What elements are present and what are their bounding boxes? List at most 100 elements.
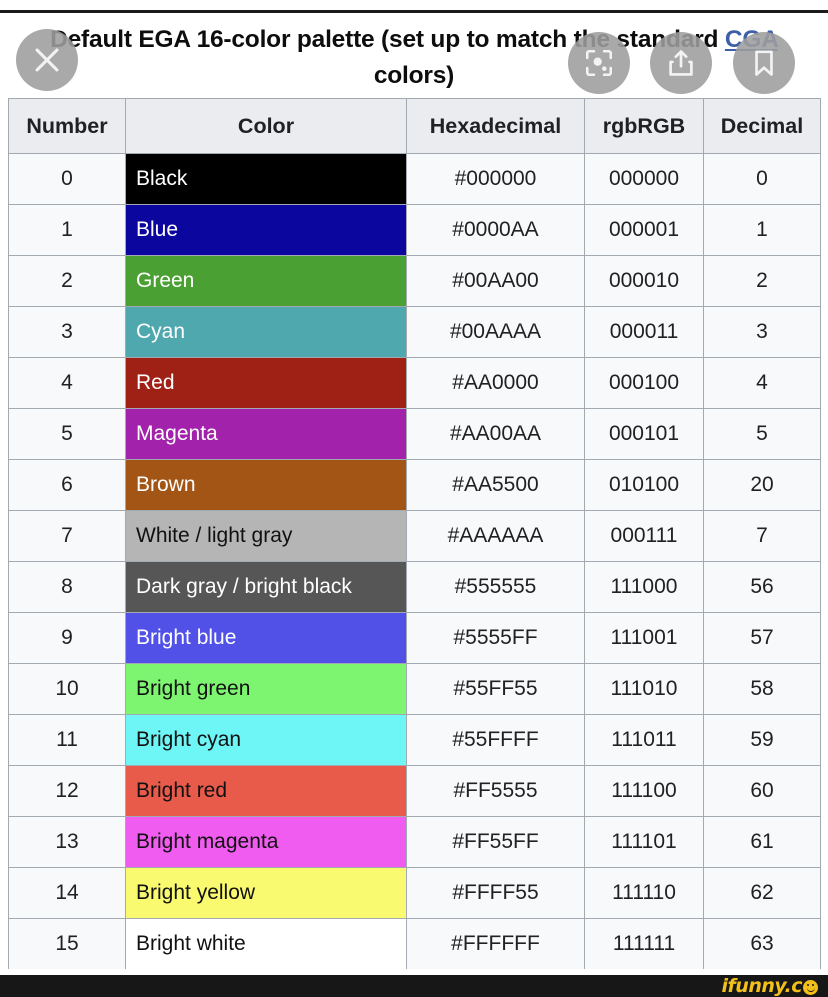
- table-row: 12 Bright red #FF5555 111100 60: [8, 765, 821, 817]
- cell-number: 7: [8, 510, 126, 562]
- cell-rgbrgb: 000100: [584, 357, 704, 409]
- cell-rgbrgb: 010100: [584, 459, 704, 511]
- cell-color-swatch: Bright white: [125, 918, 407, 970]
- table-row: 5 Magenta #AA00AA 000101 5: [8, 408, 821, 460]
- cell-number: 4: [8, 357, 126, 409]
- cell-rgbrgb: 000101: [584, 408, 704, 460]
- cell-color-swatch: Bright yellow: [125, 867, 407, 919]
- bookmark-icon: [748, 47, 780, 79]
- cell-rgbrgb: 111001: [584, 612, 704, 664]
- ifunny-watermark: ifunny.c: [722, 976, 818, 996]
- column-header-decimal: Decimal: [703, 98, 821, 154]
- cell-rgbrgb: 000000: [584, 153, 704, 205]
- bookmark-button[interactable]: [733, 32, 795, 94]
- column-header-number: Number: [8, 98, 126, 154]
- cell-number: 10: [8, 663, 126, 715]
- share-button[interactable]: [650, 32, 712, 94]
- cell-decimal: 62: [703, 867, 821, 919]
- ega-palette-table: Number Color Hexadecimal rgbRGB Decimal …: [8, 98, 821, 970]
- cell-rgbrgb: 111000: [584, 561, 704, 613]
- cell-decimal: 2: [703, 255, 821, 307]
- cell-hexadecimal: #AA0000: [406, 357, 585, 409]
- cell-number: 1: [8, 204, 126, 256]
- table-row: 3 Cyan #00AAAA 000011 3: [8, 306, 821, 358]
- column-header-rgbrgb: rgbRGB: [584, 98, 704, 154]
- cell-decimal: 56: [703, 561, 821, 613]
- cell-rgbrgb: 111100: [584, 765, 704, 817]
- cell-hexadecimal: #AA5500: [406, 459, 585, 511]
- cell-number: 12: [8, 765, 126, 817]
- cell-hexadecimal: #FFFF55: [406, 867, 585, 919]
- cell-decimal: 58: [703, 663, 821, 715]
- cell-decimal: 4: [703, 357, 821, 409]
- cell-color-swatch: Brown: [125, 459, 407, 511]
- column-header-hexadecimal: Hexadecimal: [406, 98, 585, 154]
- cell-number: 3: [8, 306, 126, 358]
- cell-color-swatch: Cyan: [125, 306, 407, 358]
- cell-color-swatch: Bright cyan: [125, 714, 407, 766]
- cell-decimal: 7: [703, 510, 821, 562]
- cell-number: 15: [8, 918, 126, 970]
- watermark-text: ifunny.c: [721, 975, 803, 997]
- cell-number: 0: [8, 153, 126, 205]
- cell-number: 14: [8, 867, 126, 919]
- top-divider: [0, 10, 828, 13]
- close-button[interactable]: [16, 29, 78, 91]
- cell-hexadecimal: #555555: [406, 561, 585, 613]
- cell-decimal: 0: [703, 153, 821, 205]
- palette-table-container: Number Color Hexadecimal rgbRGB Decimal …: [8, 98, 821, 970]
- cell-decimal: 3: [703, 306, 821, 358]
- table-row: 15 Bright white #FFFFFF 111111 63: [8, 918, 821, 970]
- cell-hexadecimal: #00AA00: [406, 255, 585, 307]
- cell-rgbrgb: 000111: [584, 510, 704, 562]
- table-row: 11 Bright cyan #55FFFF 111011 59: [8, 714, 821, 766]
- cell-color-swatch: Magenta: [125, 408, 407, 460]
- cell-hexadecimal: #5555FF: [406, 612, 585, 664]
- cell-color-swatch: Green: [125, 255, 407, 307]
- table-row: 4 Red #AA0000 000100 4: [8, 357, 821, 409]
- cell-hexadecimal: #FFFFFF: [406, 918, 585, 970]
- table-row: 6 Brown #AA5500 010100 20: [8, 459, 821, 511]
- cell-rgbrgb: 111111: [584, 918, 704, 970]
- cell-number: 9: [8, 612, 126, 664]
- cell-number: 2: [8, 255, 126, 307]
- cell-number: 6: [8, 459, 126, 511]
- table-body: 0 Black #000000 000000 0 1 Blue #0000AA 000001 1 2…: [8, 153, 821, 970]
- cell-rgbrgb: 000010: [584, 255, 704, 307]
- table-row: 9 Bright blue #5555FF 111001 57: [8, 612, 821, 664]
- cell-decimal: 59: [703, 714, 821, 766]
- cell-hexadecimal: #AAAAAA: [406, 510, 585, 562]
- cell-number: 8: [8, 561, 126, 613]
- table-row: 7 White / light gray #AAAAAA 000111 7: [8, 510, 821, 562]
- cell-hexadecimal: #FF55FF: [406, 816, 585, 868]
- cell-decimal: 60: [703, 765, 821, 817]
- cell-rgbrgb: 111110: [584, 867, 704, 919]
- watermark-bar: ifunny.c: [0, 975, 828, 997]
- column-header-color: Color: [125, 98, 407, 154]
- lens-button[interactable]: [568, 32, 630, 94]
- cell-color-swatch: Bright red: [125, 765, 407, 817]
- cell-decimal: 57: [703, 612, 821, 664]
- cell-number: 5: [8, 408, 126, 460]
- cell-hexadecimal: #FF5555: [406, 765, 585, 817]
- cell-color-swatch: Red: [125, 357, 407, 409]
- cell-decimal: 1: [703, 204, 821, 256]
- cell-hexadecimal: #00AAAA: [406, 306, 585, 358]
- cell-hexadecimal: #AA00AA: [406, 408, 585, 460]
- smiley-icon: [803, 979, 818, 995]
- cell-color-swatch: Bright green: [125, 663, 407, 715]
- table-header-row: Number Color Hexadecimal rgbRGB Decimal: [8, 98, 821, 154]
- cell-rgbrgb: 111010: [584, 663, 704, 715]
- lens-icon: [583, 47, 615, 79]
- cell-rgbrgb: 000001: [584, 204, 704, 256]
- close-icon: [30, 43, 64, 77]
- cell-color-swatch: Blue: [125, 204, 407, 256]
- cell-hexadecimal: #0000AA: [406, 204, 585, 256]
- cell-hexadecimal: #000000: [406, 153, 585, 205]
- table-header: Number Color Hexadecimal rgbRGB Decimal: [8, 98, 821, 154]
- table-row: 8 Dark gray / bright black #555555 111000 56: [8, 561, 821, 613]
- cell-color-swatch: Black: [125, 153, 407, 205]
- cell-rgbrgb: 111011: [584, 714, 704, 766]
- cell-rgbrgb: 000011: [584, 306, 704, 358]
- cell-decimal: 61: [703, 816, 821, 868]
